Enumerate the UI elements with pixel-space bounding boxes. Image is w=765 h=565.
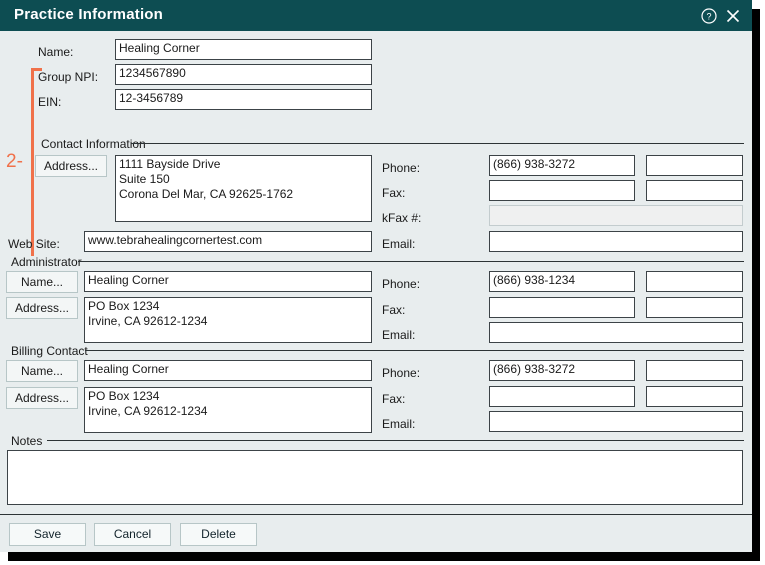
billing-fax-input[interactable] <box>489 386 635 407</box>
annotation-number: 2- <box>6 151 23 172</box>
billing-email-input[interactable] <box>489 411 743 432</box>
contact-information-group-label: Contact Information <box>38 138 150 150</box>
billing-phone-ext-input[interactable] <box>646 360 743 381</box>
administrator-fax-label: Fax: <box>382 303 406 317</box>
practice-information-dialog: Practice Information ? 2- Name: Healing … <box>0 0 752 552</box>
billing-name-button[interactable]: Name... <box>6 360 78 382</box>
website-label: Web Site: <box>8 237 60 251</box>
administrator-name-input[interactable]: Healing Corner <box>84 271 372 292</box>
name-label: Name: <box>38 45 74 59</box>
contact-email-input[interactable] <box>489 231 743 252</box>
contact-address-textarea[interactable]: 1111 Bayside Drive Suite 150 Corona Del … <box>115 155 372 222</box>
cancel-button[interactable]: Cancel <box>94 523 171 546</box>
billing-fax-ext-input[interactable] <box>646 386 743 407</box>
group-npi-input[interactable]: 1234567890 <box>115 64 372 85</box>
administrator-address-textarea[interactable]: PO Box 1234 Irvine, CA 92612-1234 <box>84 297 372 343</box>
administrator-phone-label: Phone: <box>382 277 421 291</box>
website-input[interactable]: www.tebrahealingcornertest.com <box>84 231 372 252</box>
contact-phone-input[interactable]: (866) 938-3272 <box>489 155 635 176</box>
administrator-email-label: Email: <box>382 328 416 342</box>
billing-phone-input[interactable]: (866) 938-3272 <box>489 360 635 381</box>
contact-kfax-label: kFax #: <box>382 211 422 225</box>
ein-label: EIN: <box>38 95 62 109</box>
contact-phone-label: Phone: <box>382 161 421 175</box>
ein-input[interactable]: 12-3456789 <box>115 89 372 110</box>
contact-kfax-input <box>489 205 743 226</box>
administrator-group-rule <box>78 261 744 262</box>
save-button[interactable]: Save <box>9 523 86 546</box>
billing-contact-group-rule <box>85 350 744 351</box>
name-input[interactable]: Healing Corner <box>115 39 372 60</box>
delete-button[interactable]: Delete <box>180 523 257 546</box>
notes-group-rule <box>47 440 744 441</box>
contact-address-button[interactable]: Address... <box>35 155 107 177</box>
administrator-name-button[interactable]: Name... <box>6 271 78 293</box>
contact-fax-ext-input[interactable] <box>646 180 743 201</box>
administrator-phone-input[interactable]: (866) 938-1234 <box>489 271 635 292</box>
contact-fax-input[interactable] <box>489 180 635 201</box>
billing-name-input[interactable]: Healing Corner <box>84 360 372 381</box>
dialog-title: Practice Information <box>14 6 164 23</box>
administrator-fax-input[interactable] <box>489 297 635 318</box>
billing-address-button[interactable]: Address... <box>6 387 78 409</box>
group-npi-label: Group NPI: <box>38 70 99 84</box>
administrator-group-label: Administrator <box>8 256 86 268</box>
billing-contact-group-label: Billing Contact <box>8 345 92 357</box>
billing-email-label: Email: <box>382 417 416 431</box>
dialog-titlebar: Practice Information ? <box>0 0 752 31</box>
billing-phone-label: Phone: <box>382 366 421 380</box>
administrator-email-input[interactable] <box>489 322 743 343</box>
dialog-body: 2- Name: Healing Corner Group NPI: 12345… <box>0 31 752 552</box>
billing-address-textarea[interactable]: PO Box 1234 Irvine, CA 92612-1234 <box>84 387 372 433</box>
notes-textarea[interactable] <box>7 450 743 505</box>
administrator-phone-ext-input[interactable] <box>646 271 743 292</box>
contact-email-label: Email: <box>382 237 416 251</box>
svg-text:?: ? <box>706 12 711 22</box>
button-bar-separator <box>0 514 752 515</box>
close-icon[interactable] <box>724 7 742 25</box>
contact-fax-label: Fax: <box>382 186 406 200</box>
contact-phone-ext-input[interactable] <box>646 155 743 176</box>
contact-information-group-rule <box>131 143 744 144</box>
help-circle-icon[interactable]: ? <box>700 7 718 25</box>
billing-fax-label: Fax: <box>382 392 406 406</box>
administrator-address-button[interactable]: Address... <box>6 297 78 319</box>
notes-group-label: Notes <box>8 435 47 447</box>
dialog-button-bar: Save Cancel Delete <box>0 514 752 552</box>
administrator-fax-ext-input[interactable] <box>646 297 743 318</box>
